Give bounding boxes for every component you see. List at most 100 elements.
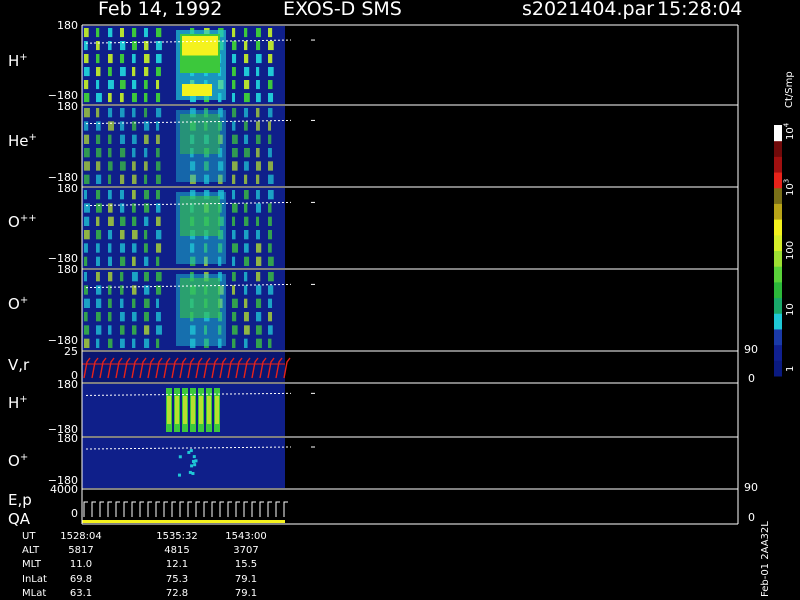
- panel-he-plus: [82, 106, 315, 186]
- spec-cell: [120, 67, 126, 77]
- burst-core: [167, 396, 171, 424]
- spec-cell: [256, 203, 261, 213]
- spec-cell: [120, 312, 125, 322]
- spec-cell: [156, 272, 162, 282]
- spec-cell: [232, 54, 237, 64]
- spec-cell: [96, 134, 101, 144]
- ep-step: [267, 501, 272, 517]
- tick-vr-top: 25: [64, 345, 78, 358]
- spec-cell: [232, 80, 236, 90]
- spec-cell: [244, 190, 249, 200]
- spec-cell: [144, 312, 149, 322]
- label-h-plus-2: H+: [8, 394, 28, 412]
- ep-step: [283, 501, 288, 517]
- spec-cell: [232, 67, 236, 77]
- spec-cell: [156, 190, 160, 200]
- panel-o-plus-plus: [82, 188, 315, 268]
- spec-cell: [232, 243, 238, 253]
- spec-cell: [84, 54, 89, 64]
- spec-cell: [132, 93, 137, 103]
- spec-cell: [268, 28, 273, 38]
- spec-cell: [244, 338, 248, 348]
- spec-cell: [144, 93, 148, 103]
- colorbar-cell: [774, 219, 782, 236]
- rtick-vr-bottom: 0: [748, 372, 755, 385]
- spec-cell: [132, 243, 137, 253]
- spec-cell: [120, 243, 126, 253]
- row-label-alt: ALT: [22, 545, 40, 556]
- spec-cell: [232, 174, 236, 184]
- tick-he-top: 180: [57, 100, 78, 113]
- spec-cell: [256, 230, 260, 240]
- label-ep: E,p: [8, 491, 32, 509]
- spec-cell: [144, 256, 149, 266]
- spec-cell: [132, 161, 136, 171]
- spec-cell: [120, 298, 124, 308]
- spec-cell: [144, 54, 150, 64]
- colorbar-label-10: 10: [785, 303, 796, 316]
- spec-cell: [232, 338, 236, 348]
- spec-cell: [120, 148, 126, 158]
- spec-cell: [120, 93, 124, 103]
- ep-step: [91, 501, 96, 517]
- spec-cell: [268, 41, 274, 51]
- ep-step: [211, 501, 216, 517]
- label-qa: QA: [8, 510, 31, 528]
- spec-cell: [132, 54, 136, 64]
- spec-cell: [232, 272, 236, 282]
- spectrogram-plot: [81, 24, 782, 525]
- spec-cell: [256, 67, 260, 77]
- spec-cell: [96, 28, 100, 38]
- spec-cell: [108, 256, 112, 266]
- spec-cell: [120, 216, 126, 226]
- burst-core: [215, 396, 219, 424]
- spec-cell: [84, 256, 88, 266]
- spec-cell: [84, 161, 90, 171]
- colorbar-cell: [774, 203, 782, 220]
- spec-cell: [96, 161, 101, 171]
- spec-cell: [108, 108, 113, 118]
- spec-cell: [120, 80, 126, 90]
- spec-cell: [84, 93, 90, 103]
- spec-cell: [108, 93, 112, 103]
- spec-cell: [84, 108, 90, 118]
- rtick-ep-bottom: 0: [748, 511, 755, 524]
- spec-cell: [268, 243, 272, 253]
- spec-cell: [232, 256, 236, 266]
- cell-c2-mlat: 79.1: [234, 588, 258, 599]
- spec-cell: [256, 312, 262, 322]
- spec-cell: [96, 80, 100, 90]
- tick-ep-bottom: 0: [71, 507, 78, 520]
- colorbar-cell: [774, 313, 782, 330]
- spec-cell: [156, 312, 161, 322]
- ep-step: [227, 501, 232, 517]
- spec-cell: [232, 325, 238, 335]
- panel-h-plus: [82, 26, 315, 104]
- spec-cell: [156, 243, 162, 253]
- spec-cell: [232, 298, 238, 308]
- label-vr: V,r: [8, 356, 30, 374]
- cell-c2-ut: 1543:00: [225, 531, 267, 542]
- spec-cell: [120, 230, 125, 240]
- spec-cell: [232, 190, 236, 200]
- panel-h-plus-2: [82, 384, 315, 436]
- spec-cell: [232, 108, 237, 118]
- spec-cell: [244, 298, 248, 308]
- spec-cell: [244, 121, 248, 131]
- hot-peak: [182, 36, 218, 56]
- cell-c0-mlt: 11.0: [69, 559, 93, 570]
- spec-cell: [108, 28, 113, 38]
- spec-cell: [132, 298, 136, 308]
- spec-cell: [268, 325, 273, 335]
- spec-cell: [144, 230, 148, 240]
- spec-cell: [244, 54, 249, 64]
- spec-cell: [156, 108, 162, 118]
- ep-step: [251, 501, 256, 517]
- spec-cell: [144, 174, 148, 184]
- row-label-inlat: InLat: [22, 574, 47, 585]
- label-o-plus-2: O+: [8, 452, 29, 470]
- sparse-dot: [187, 450, 191, 454]
- spec-cell: [268, 256, 274, 266]
- tick-op-top: 180: [57, 263, 78, 276]
- cell-c0-alt: 5817: [68, 545, 94, 556]
